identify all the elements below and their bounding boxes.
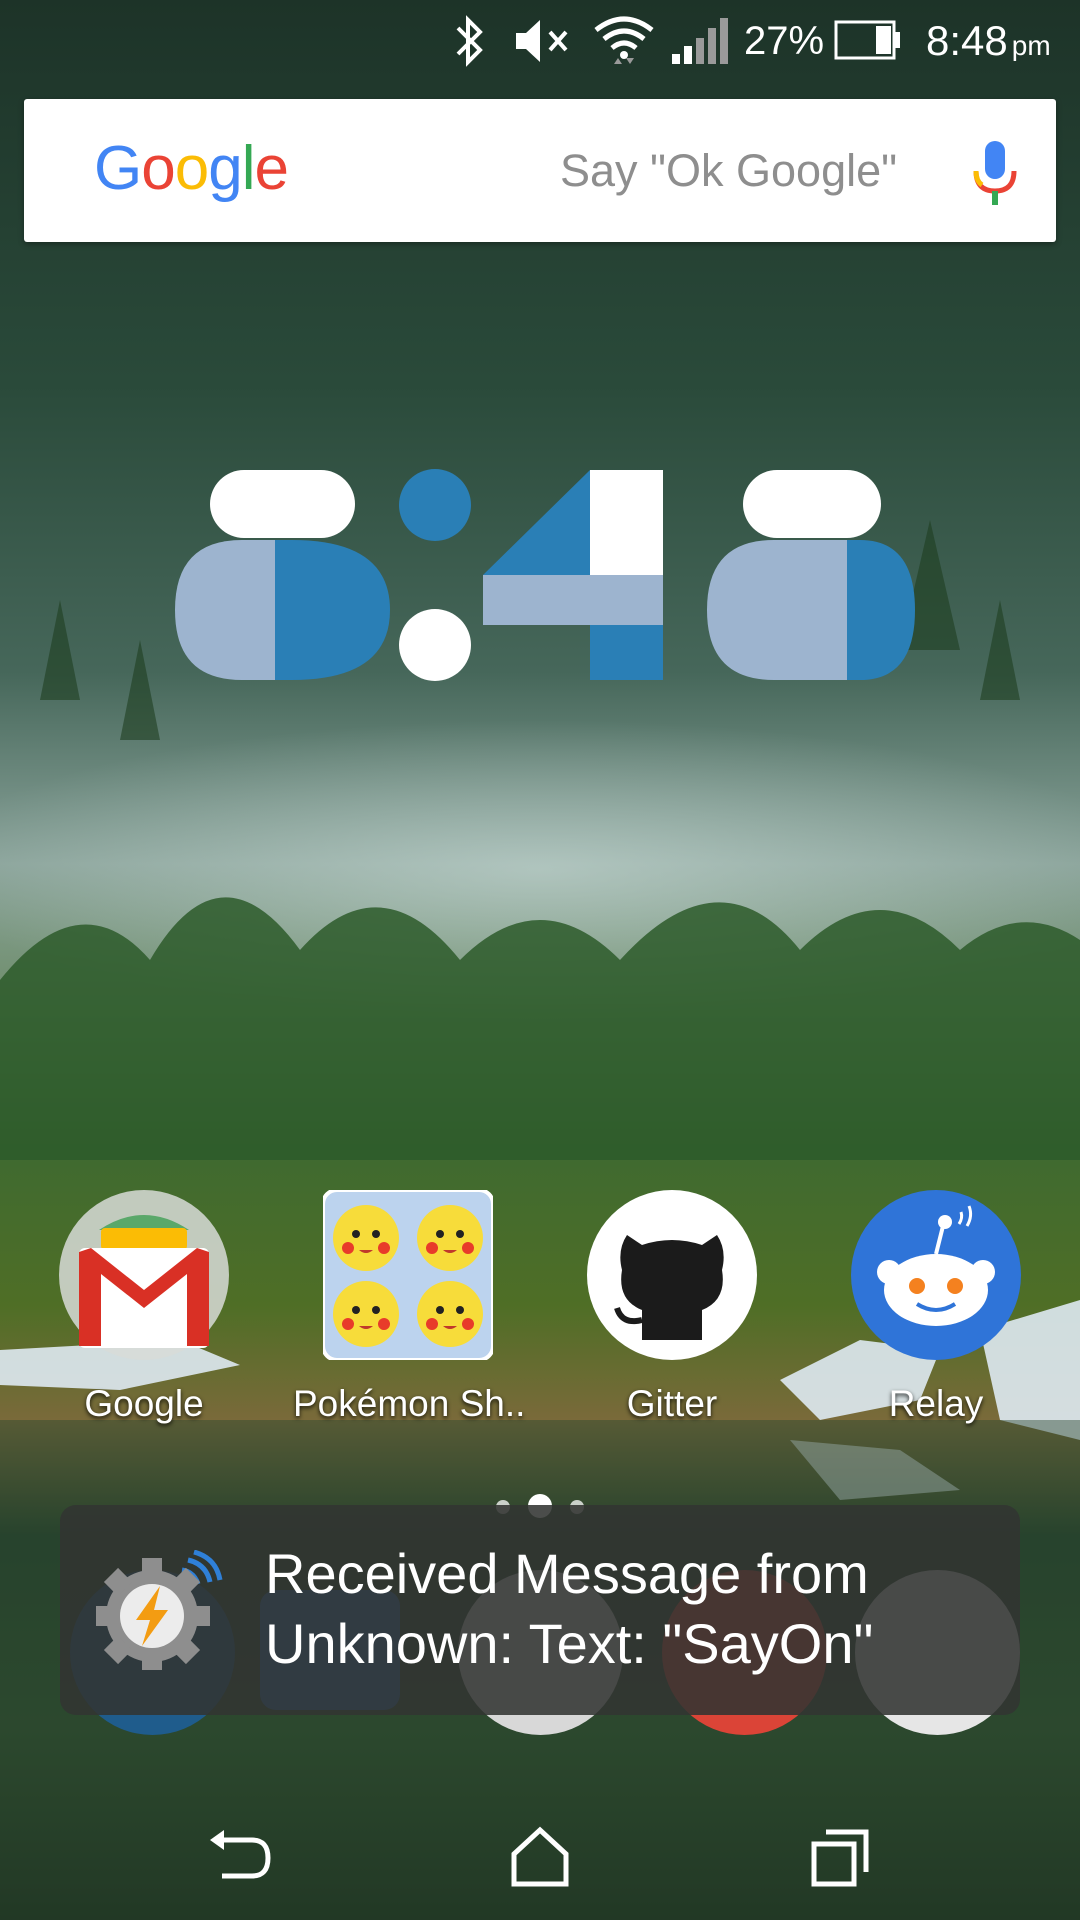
google-search-bar[interactable]: Google Say "Ok Google" [24,99,1056,242]
github-octocat-icon[interactable] [587,1190,757,1360]
clock-widget[interactable] [170,465,930,695]
cell-signal-icon [672,18,728,64]
bluetooth-icon [456,15,483,67]
clock-colon [399,469,471,681]
app-label: Pokémon Sh.. [293,1383,526,1424]
search-placeholder[interactable]: Say "Ok Google" [560,145,897,197]
home-icon[interactable] [500,1818,580,1898]
status-time: 8:48 [926,17,1008,64]
battery-percent: 27% [744,19,825,63]
google-logo-letter: o [174,134,209,203]
status-clock: 8:48 pm [926,14,1051,73]
tasker-icon [96,1550,223,1670]
home-app-row: Google Pokémon Sh.. Gitter Relay [0,1190,1080,1430]
toast-notification: Received Message from Unknown: Text: "Sa… [60,1505,1020,1715]
mic-icon[interactable] [970,137,1020,209]
google-logo-letter: g [208,134,242,203]
clock-digit-4 [483,470,663,680]
pokemon-shuffle-icon[interactable] [323,1190,493,1360]
app-label: Relay [888,1383,984,1424]
google-logo-letter: o [141,134,175,203]
status-ampm: pm [1011,30,1051,61]
clock-digit-8 [707,470,915,680]
recents-icon[interactable] [800,1818,880,1898]
google-logo: Google [94,133,289,204]
navigation-bar [0,1790,1080,1920]
app-label: Gitter [626,1383,718,1424]
google-logo-letter: G [94,134,142,203]
google-logo-letter: e [254,134,288,203]
volume-muted-icon [516,20,568,62]
back-icon[interactable] [200,1818,280,1898]
clock-digit-8 [175,470,390,680]
google-logo-letter: l [241,134,256,203]
gmail-icon[interactable] [59,1190,229,1360]
reddit-relay-icon[interactable] [851,1190,1021,1360]
status-bar: 27% 8:48 pm [0,0,1080,82]
toast-message: Received Message from Unknown: Text: "Sa… [265,1542,874,1675]
app-label: Google [84,1383,204,1424]
wifi-icon [594,16,654,64]
battery-icon [834,20,900,60]
